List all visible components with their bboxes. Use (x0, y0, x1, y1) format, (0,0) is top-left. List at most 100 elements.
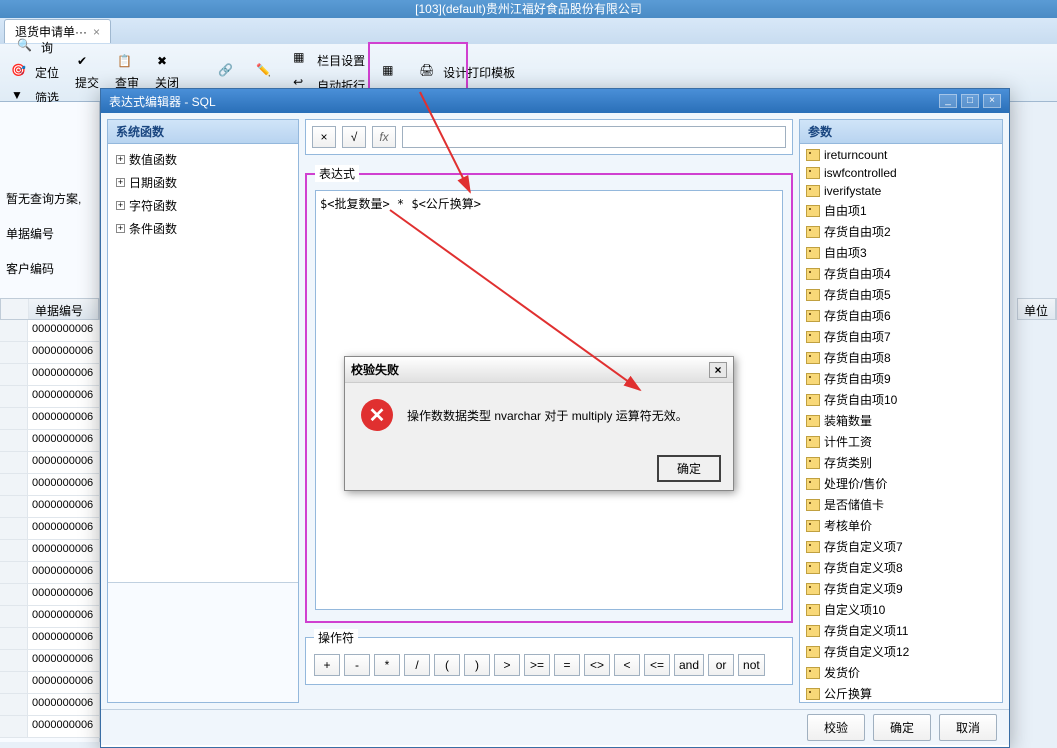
field-icon (806, 688, 820, 700)
operator-button[interactable]: < (614, 654, 640, 676)
field-icon (806, 415, 820, 427)
operator-button[interactable]: ( (434, 654, 460, 676)
operator-button[interactable]: <> (584, 654, 610, 676)
parameter-item[interactable]: 存货自由项5 (802, 284, 1000, 305)
parameter-item[interactable]: 存货自由项4 (802, 263, 1000, 284)
parameter-item[interactable]: 存货自由项8 (802, 347, 1000, 368)
parameter-item[interactable]: 存货类别 (802, 452, 1000, 473)
parameter-item[interactable]: 考核单价 (802, 515, 1000, 536)
operator-button[interactable]: - (344, 654, 370, 676)
parameter-item[interactable]: 是否储值卡 (802, 494, 1000, 515)
ok-button[interactable]: 确定 (873, 714, 931, 741)
table-row[interactable]: 0000000006 (0, 606, 100, 628)
operator-button[interactable]: not (738, 654, 765, 676)
operator-button[interactable]: > (494, 654, 520, 676)
parameter-item[interactable]: 计件工资 (802, 431, 1000, 452)
field-icon (806, 289, 820, 301)
field-icon (806, 167, 820, 179)
parameter-item[interactable]: 存货自由项9 (802, 368, 1000, 389)
table-row[interactable]: 0000000006 (0, 364, 100, 386)
table-row[interactable]: 0000000006 (0, 540, 100, 562)
parameter-item[interactable]: 处理价/售价 (802, 473, 1000, 494)
parameter-item[interactable]: iverifystate (802, 182, 1000, 200)
table-row[interactable]: 0000000006 (0, 320, 100, 342)
expand-icon[interactable]: + (116, 178, 125, 187)
parameter-item[interactable]: 装箱数量 (802, 410, 1000, 431)
parameter-item[interactable]: 存货自定义项8 (802, 557, 1000, 578)
expand-icon[interactable]: + (116, 224, 125, 233)
operator-button[interactable]: >= (524, 654, 550, 676)
expression-input[interactable] (402, 126, 786, 148)
parameter-item[interactable]: 自由项1 (802, 200, 1000, 221)
parameter-item[interactable]: iswfcontrolled (802, 164, 1000, 182)
operator-button[interactable]: = (554, 654, 580, 676)
close-button[interactable]: × (983, 94, 1001, 108)
column-settings-button[interactable]: ▦栏目设置 (286, 48, 372, 72)
table-row[interactable]: 0000000006 (0, 672, 100, 694)
table-row[interactable]: 0000000006 (0, 562, 100, 584)
fx-button[interactable]: fx (372, 126, 396, 148)
operator-legend: 操作符 (314, 629, 358, 646)
parameter-item[interactable]: 发货价 (802, 662, 1000, 683)
table-row[interactable]: 0000000006 (0, 430, 100, 452)
clipboard-icon: 📋 (117, 54, 137, 74)
operator-button[interactable]: or (708, 654, 734, 676)
expression-legend: 表达式 (315, 165, 359, 182)
table-row[interactable]: 0000000006 (0, 408, 100, 430)
tree-item[interactable]: +字符函数 (112, 194, 294, 217)
parameter-list[interactable]: ireturncountiswfcontrollediverifystate自由… (800, 144, 1002, 702)
close-icon[interactable]: × (93, 25, 100, 39)
operator-button[interactable]: <= (644, 654, 670, 676)
operator-button[interactable]: ) (464, 654, 490, 676)
table-row[interactable]: 0000000006 (0, 650, 100, 672)
parameter-item[interactable]: ireturncount (802, 146, 1000, 164)
table-row[interactable]: 0000000006 (0, 628, 100, 650)
table-row[interactable]: 0000000006 (0, 716, 100, 738)
tree-item[interactable]: +条件函数 (112, 217, 294, 240)
table-row[interactable]: 0000000006 (0, 496, 100, 518)
parameter-item[interactable]: 自定义项10 (802, 599, 1000, 620)
error-titlebar[interactable]: 校验失败 × (345, 357, 733, 383)
tree-item[interactable]: +数值函数 (112, 148, 294, 171)
parameter-item[interactable]: 存货自由项7 (802, 326, 1000, 347)
apply-button[interactable]: √ (342, 126, 366, 148)
table-row[interactable]: 0000000006 (0, 584, 100, 606)
maximize-button[interactable]: □ (961, 94, 979, 108)
parameter-item[interactable]: 存货自由项6 (802, 305, 1000, 326)
grid-header-billno[interactable]: 单据编号 (29, 299, 99, 319)
tree-item[interactable]: +日期函数 (112, 171, 294, 194)
table-row[interactable]: 0000000006 (0, 452, 100, 474)
query-button[interactable]: 🔍询 (4, 36, 66, 60)
table-row[interactable]: 0000000006 (0, 694, 100, 716)
operator-button[interactable]: + (314, 654, 340, 676)
error-ok-button[interactable]: 确定 (657, 455, 721, 482)
parameter-item[interactable]: 存货自定义项12 (802, 641, 1000, 662)
cancel-button[interactable]: 取消 (939, 714, 997, 741)
parameter-item[interactable]: 自由项3 (802, 242, 1000, 263)
verify-button[interactable]: 校验 (807, 714, 865, 741)
expand-icon[interactable]: + (116, 155, 125, 164)
locate-button[interactable]: 🎯定位 (4, 61, 66, 85)
field-icon (806, 625, 820, 637)
parameter-item[interactable]: 存货自定义项9 (802, 578, 1000, 599)
dialog-titlebar[interactable]: 表达式编辑器 - SQL _ □ × (101, 89, 1009, 113)
pencil-icon: ✏️ (256, 63, 276, 83)
parameter-item[interactable]: 存货自由项2 (802, 221, 1000, 242)
operator-button[interactable]: / (404, 654, 430, 676)
parameter-item[interactable]: 存货自由项10 (802, 389, 1000, 410)
operator-button[interactable]: * (374, 654, 400, 676)
parameter-item[interactable]: 存货自定义项7 (802, 536, 1000, 557)
operator-button[interactable]: and (674, 654, 704, 676)
table-row[interactable]: 0000000006 (0, 342, 100, 364)
parameter-item[interactable]: 存货自定义项11 (802, 620, 1000, 641)
table-row[interactable]: 0000000006 (0, 386, 100, 408)
expand-icon[interactable]: + (116, 201, 125, 210)
table-row[interactable]: 0000000006 (0, 518, 100, 540)
minimize-button[interactable]: _ (939, 94, 957, 108)
field-icon (806, 541, 820, 553)
clear-button[interactable]: × (312, 126, 336, 148)
table-row[interactable]: 0000000006 (0, 474, 100, 496)
close-button[interactable]: × (709, 362, 727, 378)
parameter-item[interactable]: 公斤换算 (802, 683, 1000, 702)
grid-header-unit[interactable]: 单位 (1018, 299, 1056, 319)
